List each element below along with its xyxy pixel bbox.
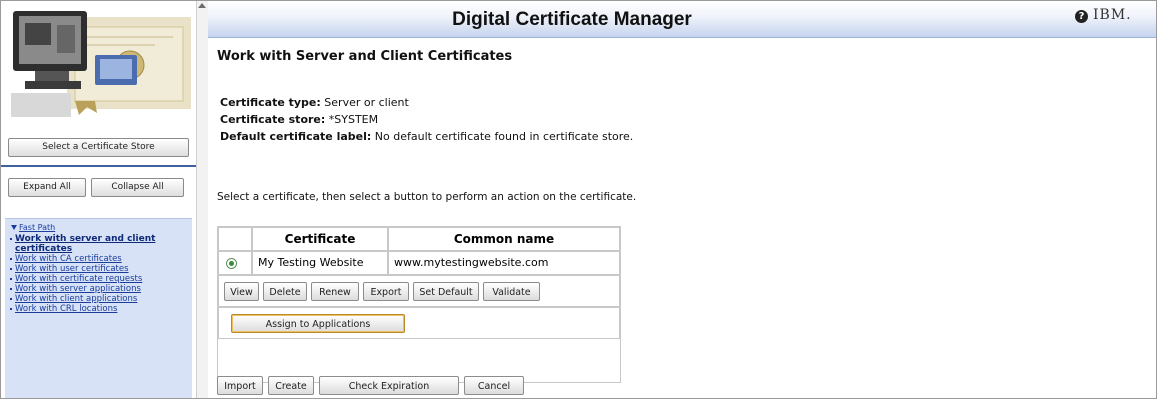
- import-button[interactable]: Import: [217, 376, 263, 395]
- check-expiration-button[interactable]: Check Expiration: [319, 376, 459, 395]
- column-header-certificate: Certificate: [252, 227, 388, 251]
- left-navigation: Select a Certificate Store Expand All Co…: [1, 1, 196, 398]
- nav-tree-panel: Fast Path Work with server and client ce…: [5, 218, 192, 398]
- export-button[interactable]: Export: [363, 282, 409, 301]
- main-content: Digital Certificate Manager ? IBM. Work …: [208, 1, 1156, 398]
- bullet-icon: [10, 308, 12, 310]
- table-cell-common-name: www.mytestingwebsite.com: [388, 251, 620, 275]
- bullet-icon: [10, 238, 12, 240]
- ibm-logo: IBM.: [1093, 7, 1132, 23]
- action-button-row: View Delete Renew Export Set Default Val…: [218, 275, 620, 307]
- fast-path-toggle[interactable]: Fast Path: [11, 223, 55, 232]
- scroll-up-arrow-icon[interactable]: [198, 3, 206, 8]
- certificate-store-line: Certificate store: *SYSTEM: [220, 113, 378, 126]
- info-value: No default certificate found in certific…: [374, 130, 634, 143]
- nav-item-server-applications[interactable]: Work with server applications: [10, 284, 190, 294]
- nav-item-client-applications[interactable]: Work with client applications: [10, 294, 190, 304]
- assign-to-applications-button[interactable]: Assign to Applications: [231, 314, 405, 333]
- help-icon[interactable]: ?: [1075, 10, 1088, 23]
- cancel-button[interactable]: Cancel: [464, 376, 524, 395]
- certificate-table: Certificate Common name My Testing Websi…: [217, 226, 621, 383]
- info-value: *SYSTEM: [328, 113, 379, 126]
- expand-all-button[interactable]: Expand All: [8, 178, 86, 197]
- app-title: Digital Certificate Manager: [452, 9, 692, 30]
- nav-item-ca-certificates[interactable]: Work with CA certificates: [10, 254, 190, 264]
- certificate-logo: [5, 5, 191, 123]
- delete-button[interactable]: Delete: [263, 282, 307, 301]
- renew-button[interactable]: Renew: [311, 282, 359, 301]
- certificate-radio-button[interactable]: [226, 258, 237, 269]
- default-certificate-label-line: Default certificate label: No default ce…: [220, 130, 633, 143]
- info-value: Server or client: [324, 96, 409, 109]
- bullet-icon: [10, 278, 12, 280]
- info-key: Default certificate label:: [220, 130, 372, 143]
- view-button[interactable]: View: [224, 282, 259, 301]
- logo-illustration-icon: [11, 11, 191, 117]
- bullet-icon: [10, 268, 12, 270]
- nav-item-certificate-requests[interactable]: Work with certificate requests: [10, 274, 190, 284]
- nav-divider: [1, 165, 196, 167]
- info-key: Certificate type:: [220, 96, 321, 109]
- bullet-icon: [10, 298, 12, 300]
- nav-item-crl-locations[interactable]: Work with CRL locations: [10, 304, 190, 314]
- select-certificate-store-button[interactable]: Select a Certificate Store: [8, 138, 189, 157]
- info-key: Certificate store:: [220, 113, 326, 126]
- validate-button[interactable]: Validate: [483, 282, 540, 301]
- fast-path-label: Fast Path: [19, 223, 56, 232]
- collapse-all-button[interactable]: Collapse All: [91, 178, 184, 197]
- header-bar: Digital Certificate Manager ? IBM.: [208, 1, 1156, 38]
- assign-row: Assign to Applications: [218, 307, 620, 339]
- row-select-cell: [218, 251, 252, 275]
- bullet-icon: [10, 288, 12, 290]
- certificate-type-line: Certificate type: Server or client: [220, 96, 409, 109]
- expand-triangle-icon: [11, 225, 17, 230]
- bullet-icon: [10, 258, 12, 260]
- nav-item-server-client-certificates[interactable]: Work with server and client certificates: [10, 234, 190, 254]
- select-column-header: [218, 227, 252, 251]
- nav-item-user-certificates[interactable]: Work with user certificates: [10, 264, 190, 274]
- column-header-common-name: Common name: [388, 227, 620, 251]
- nav-list: Work with server and client certificates…: [10, 234, 190, 314]
- page-title: Work with Server and Client Certificates: [217, 49, 513, 64]
- app-window: Select a Certificate Store Expand All Co…: [0, 0, 1157, 399]
- table-cell-certificate: My Testing Website: [252, 251, 388, 275]
- create-button[interactable]: Create: [268, 376, 314, 395]
- set-default-button[interactable]: Set Default: [413, 282, 479, 301]
- instruction-text: Select a certificate, then select a butt…: [217, 191, 637, 203]
